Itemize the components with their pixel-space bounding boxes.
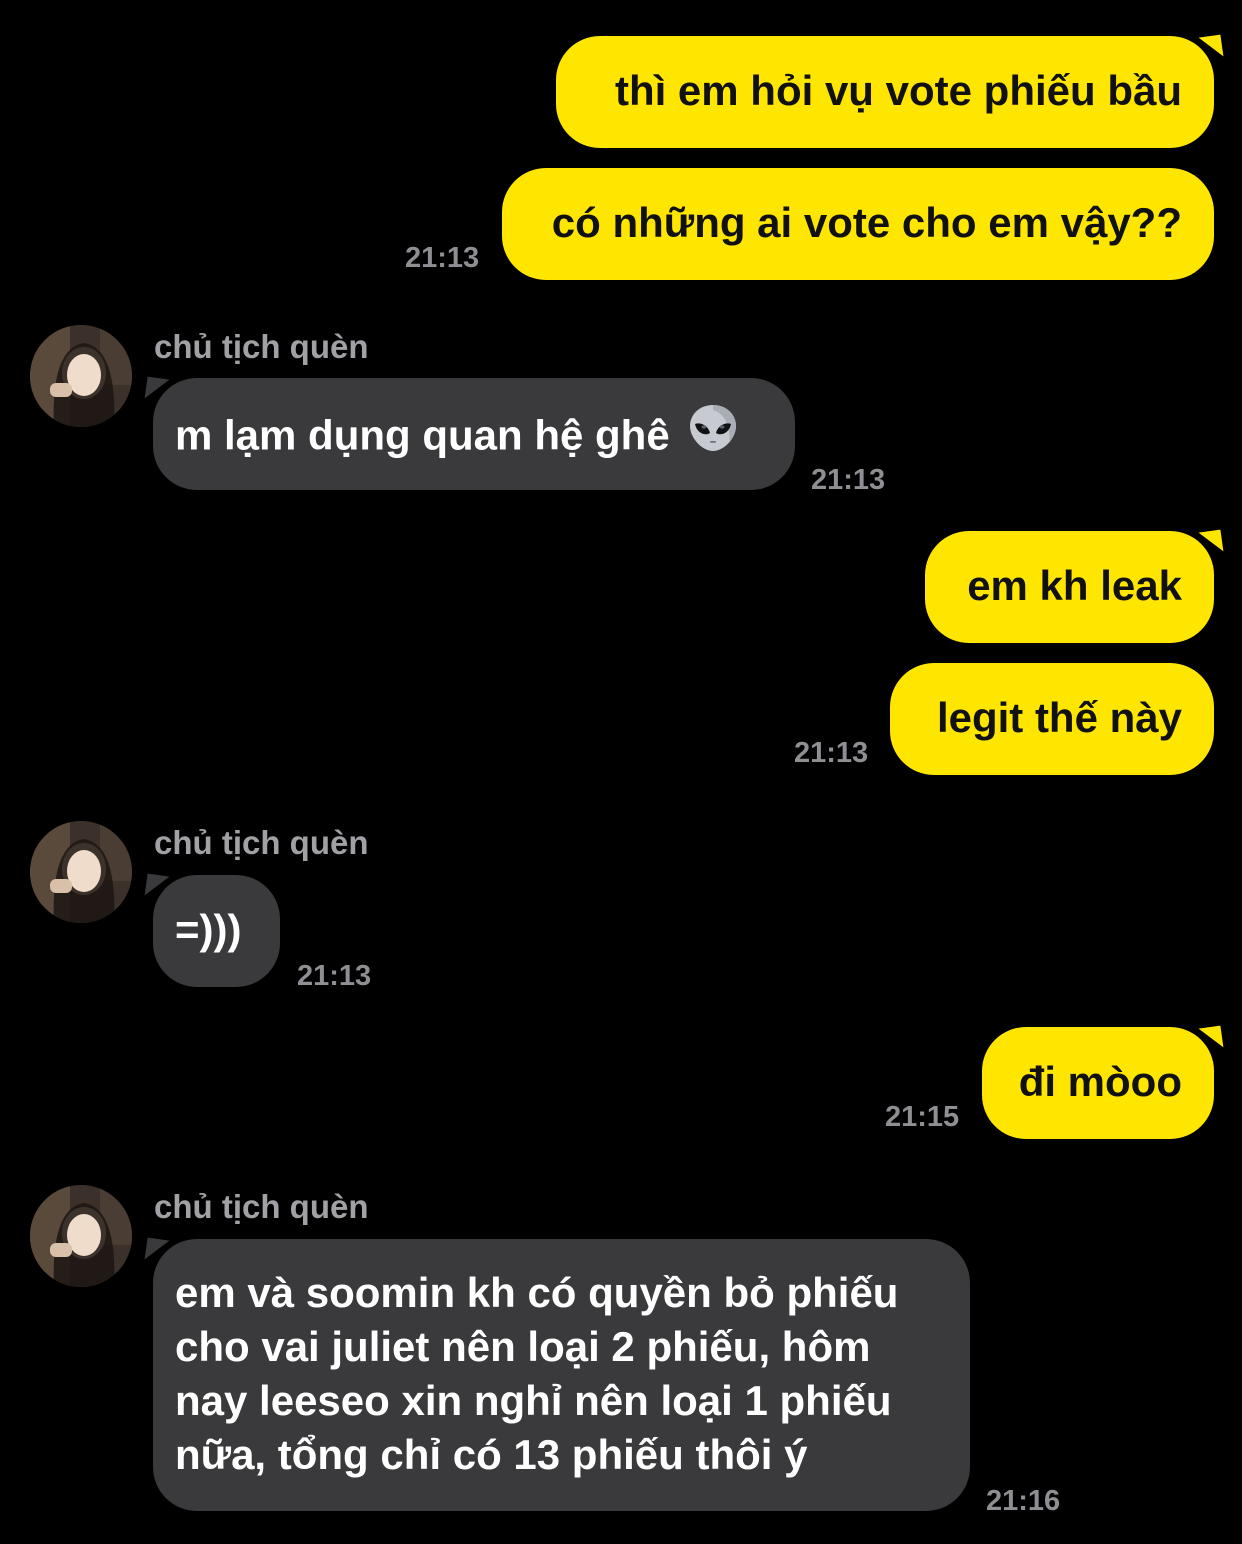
- sender-name: chủ tịch quèn: [154, 328, 369, 365]
- message-timestamp: 21:13: [405, 242, 480, 274]
- bubble-tail: [1198, 1025, 1224, 1051]
- bubble-tail: [1198, 529, 1224, 555]
- sender-name: chủ tịch quèn: [154, 824, 369, 861]
- incoming-message-bubble[interactable]: =))): [153, 875, 280, 987]
- message-text: em kh leak: [967, 562, 1182, 609]
- incoming-message-bubble[interactable]: em và soomin kh có quyền bỏ phiếu cho va…: [153, 1239, 970, 1511]
- message-timestamp: 21:16: [986, 1485, 1061, 1517]
- contact-avatar[interactable]: [30, 325, 132, 427]
- outgoing-message-bubble[interactable]: legit thế này: [890, 663, 1214, 775]
- message-line: cho vai juliet nên loại 2 phiếu, hôm: [175, 1323, 871, 1370]
- message-text: có những ai vote cho em vậy??: [551, 199, 1182, 246]
- chat-thread[interactable]: thì em hỏi vụ vote phiếu bầu có những ai…: [0, 0, 1242, 1544]
- message-line: nữa, tổng chỉ có 13 phiếu thôi ý: [175, 1431, 808, 1478]
- outgoing-message-bubble[interactable]: thì em hỏi vụ vote phiếu bầu: [556, 36, 1214, 148]
- sender-name: chủ tịch quèn: [154, 1188, 369, 1225]
- message-line: nay leeseo xin nghỉ nên loại 1 phiếu: [175, 1377, 892, 1424]
- message-text: thì em hỏi vụ vote phiếu bầu: [614, 67, 1182, 114]
- message-line: em và soomin kh có quyền bỏ phiếu: [175, 1269, 899, 1316]
- message-timestamp: 21:15: [885, 1101, 960, 1133]
- message-text: đi mòoo: [1018, 1058, 1182, 1105]
- contact-avatar[interactable]: [30, 1185, 132, 1287]
- bubble-tail: [1198, 34, 1224, 60]
- message-timestamp: 21:13: [794, 737, 869, 769]
- alien-icon: [687, 402, 739, 467]
- outgoing-message-bubble[interactable]: em kh leak: [925, 531, 1214, 643]
- message-text: =))): [175, 906, 242, 953]
- message-text: legit thế này: [936, 694, 1182, 741]
- outgoing-message-bubble[interactable]: đi mòoo: [982, 1027, 1214, 1139]
- contact-avatar[interactable]: [30, 821, 132, 923]
- message-timestamp: 21:13: [811, 464, 886, 496]
- message-timestamp: 21:13: [297, 960, 372, 992]
- message-text: m lạm dụng quan hệ ghê: [175, 411, 670, 459]
- outgoing-message-bubble[interactable]: có những ai vote cho em vậy??: [502, 168, 1214, 280]
- incoming-message-bubble[interactable]: m lạm dụng quan hệ ghê: [153, 378, 795, 490]
